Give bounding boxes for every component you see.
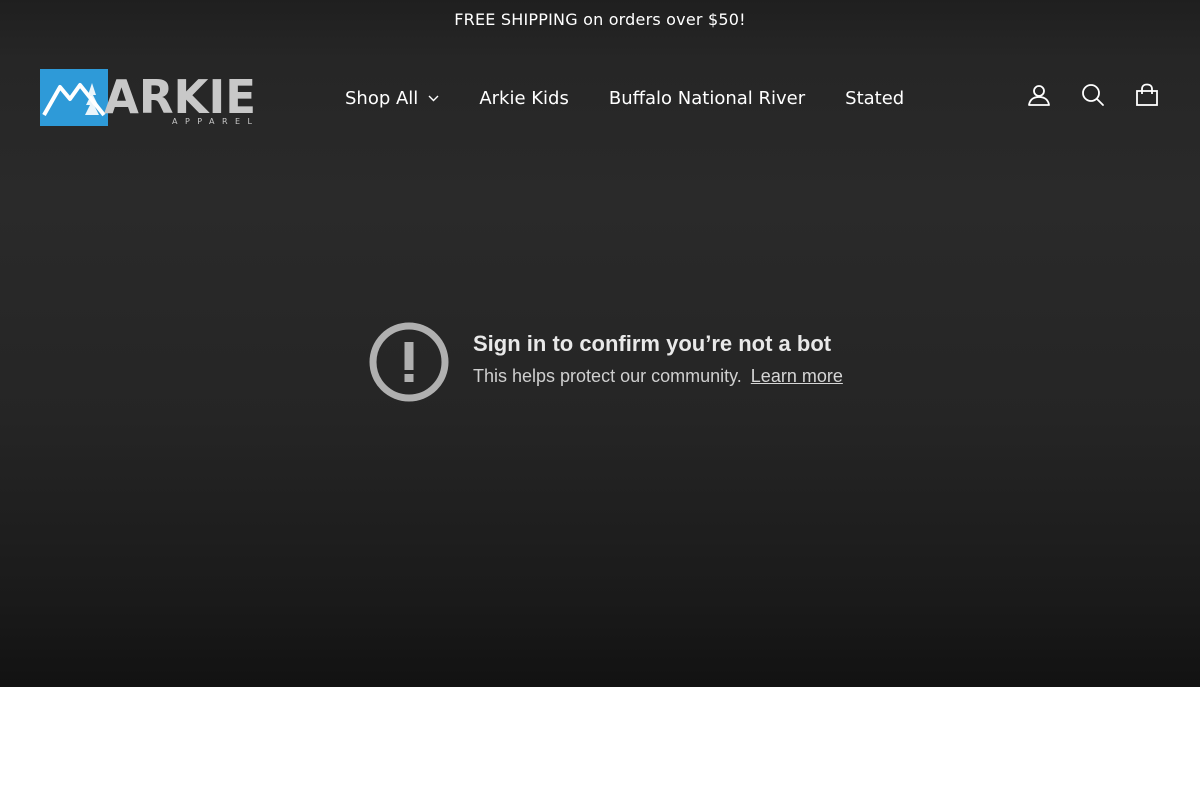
nav-item-label: Shop All [345, 87, 419, 109]
cart-button[interactable] [1134, 82, 1160, 108]
learn-more-link[interactable]: Learn more [751, 366, 843, 386]
arkie-logo-image: ARKIE APPAREL [40, 69, 256, 126]
bot-check-message: This helps protect our community. [473, 366, 742, 386]
bot-check-message-line: This helps protect our community. Learn … [473, 364, 843, 388]
logo-wordmark: ARKIE [104, 70, 256, 124]
bot-check-text: Sign in to confirm you’re not a bot This… [473, 322, 843, 388]
search-icon [1082, 84, 1104, 106]
nav-item-label: Arkie Kids [479, 87, 569, 109]
account-button[interactable] [1026, 82, 1052, 108]
alert-circle-icon [369, 322, 449, 402]
header-icons [1026, 82, 1160, 108]
bot-check-title: Sign in to confirm you’re not a bot [473, 331, 832, 356]
announcement-text: FREE SHIPPING on orders over $50! [454, 9, 746, 29]
chevron-down-icon [428, 95, 439, 102]
nav-item-label: Stated [845, 87, 905, 109]
nav-item-arkie-kids[interactable]: Arkie Kids [479, 88, 569, 109]
account-icon [1028, 85, 1050, 106]
nav-item-buffalo-national-river[interactable]: Buffalo National River [609, 88, 805, 109]
announcement-bar: FREE SHIPPING on orders over $50! [0, 0, 1200, 38]
bot-check-notice: Sign in to confirm you’re not a bot This… [369, 322, 843, 402]
nav-item-stated[interactable]: Stated [845, 88, 904, 109]
main-nav: Shop All Arkie Kids Buffalo National Riv… [345, 85, 904, 111]
nav-item-shop-all[interactable]: Shop All [345, 88, 439, 109]
search-button[interactable] [1080, 82, 1106, 108]
nav-item-label: Buffalo National River [608, 87, 806, 109]
cart-icon [1136, 83, 1158, 106]
site-header: ARKIE APPAREL Shop All Arkie Kids Buffal… [0, 38, 1200, 156]
site-logo[interactable]: ARKIE APPAREL [40, 69, 258, 126]
